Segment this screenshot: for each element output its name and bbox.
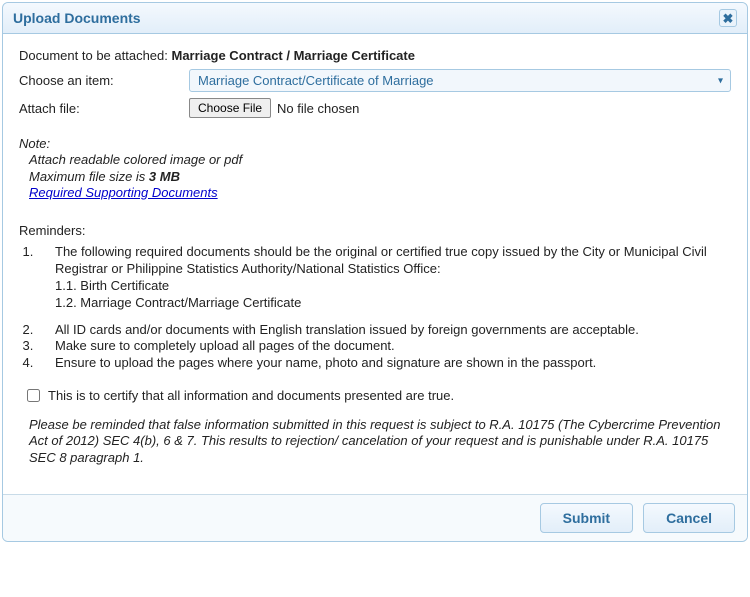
document-value: Marriage Contract / Marriage Certificate xyxy=(172,48,415,63)
upload-documents-dialog: Upload Documents ✖ Document to be attach… xyxy=(2,2,748,542)
note-block: Note: Attach readable colored image or p… xyxy=(19,136,731,201)
note-header: Note: xyxy=(19,136,731,152)
attach-file-row: Attach file: Choose File No file chosen xyxy=(19,98,731,118)
certify-row: This is to certify that all information … xyxy=(27,388,731,403)
note-line1: Attach readable colored image or pdf xyxy=(29,152,731,168)
dialog-title: Upload Documents xyxy=(13,10,141,26)
document-row: Document to be attached: Marriage Contra… xyxy=(19,48,731,63)
dialog-content: Document to be attached: Marriage Contra… xyxy=(3,34,747,494)
close-icon[interactable]: ✖ xyxy=(719,9,737,27)
choose-item-selected: Marriage Contract/Certificate of Marriag… xyxy=(198,73,434,88)
required-docs-link[interactable]: Required Supporting Documents xyxy=(29,185,218,200)
reminder-4: Ensure to upload the pages where your na… xyxy=(37,355,731,372)
note-line2: Maximum file size is 3 MB xyxy=(29,169,731,185)
attach-file-label: Attach file: xyxy=(19,101,189,116)
file-status: No file chosen xyxy=(277,101,359,116)
reminder-1-1: 1.1. Birth Certificate xyxy=(55,278,731,295)
submit-button[interactable]: Submit xyxy=(540,503,633,533)
reminder-3: Make sure to completely upload all pages… xyxy=(37,338,731,355)
document-label: Document to be attached: xyxy=(19,48,168,63)
reminder-1: The following required documents should … xyxy=(37,244,731,312)
cancel-button[interactable]: Cancel xyxy=(643,503,735,533)
choose-item-dropdown[interactable]: Marriage Contract/Certificate of Marriag… xyxy=(189,69,731,92)
reminders-list: The following required documents should … xyxy=(37,244,731,372)
choose-item-row: Choose an item: Marriage Contract/Certif… xyxy=(19,69,731,92)
certify-checkbox[interactable] xyxy=(27,389,40,402)
reminder-2: All ID cards and/or documents with Engli… xyxy=(37,322,731,339)
certify-label: This is to certify that all information … xyxy=(48,388,454,403)
choose-item-label: Choose an item: xyxy=(19,73,189,88)
dialog-titlebar: Upload Documents ✖ xyxy=(3,3,747,34)
reminder-1-2: 1.2. Marriage Contract/Marriage Certific… xyxy=(55,295,731,312)
legal-notice: Please be reminded that false informatio… xyxy=(19,417,731,466)
dialog-footer: Submit Cancel xyxy=(3,494,747,541)
reminders-header: Reminders: xyxy=(19,223,731,238)
choose-file-button[interactable]: Choose File xyxy=(189,98,271,118)
